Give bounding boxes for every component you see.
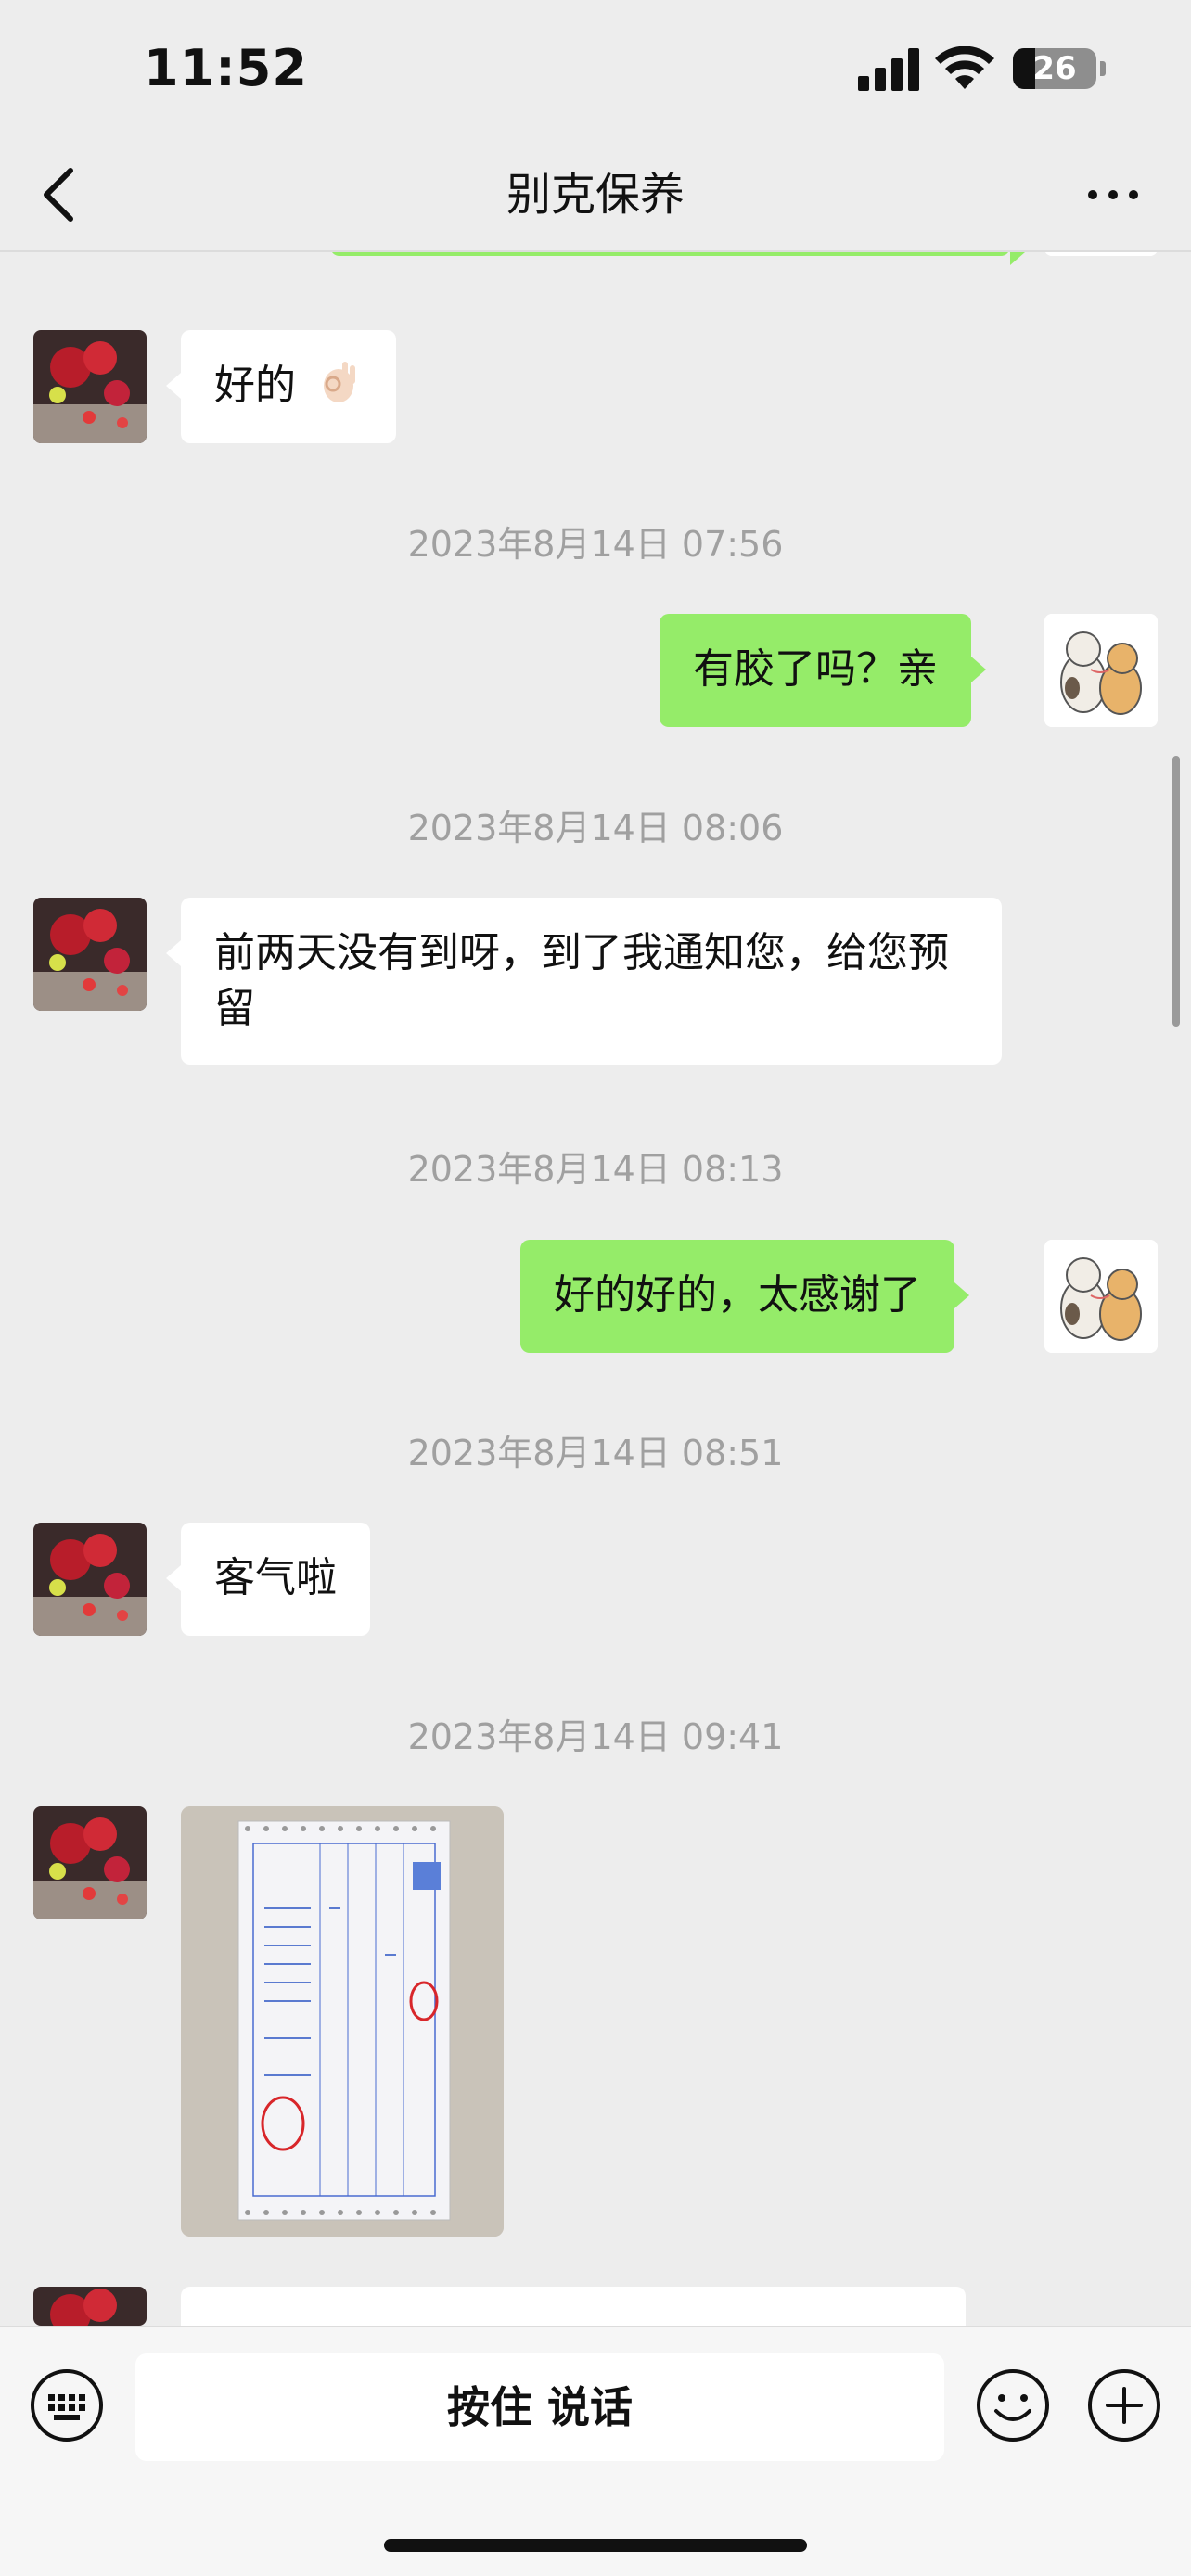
signal-icon xyxy=(858,48,919,91)
self-avatar[interactable] xyxy=(1044,614,1158,727)
back-button[interactable] xyxy=(28,158,93,232)
contact-avatar[interactable] xyxy=(33,1523,147,1636)
ok-hand-emoji-icon xyxy=(324,362,355,402)
message-text: 好的好的，太感谢了 xyxy=(554,1271,921,1319)
more-button[interactable] xyxy=(1076,165,1150,224)
chat-message-list[interactable]: 好的 2023年8月14日 07:56 有胶了吗？亲 2023年8月14日 08… xyxy=(0,252,1191,2326)
hold-to-talk-button[interactable]: 按住 说话 xyxy=(135,2353,944,2461)
wifi-icon xyxy=(935,46,994,89)
plus-button[interactable] xyxy=(1085,2366,1163,2444)
keyboard-button[interactable] xyxy=(28,2366,106,2444)
message-bubble-self[interactable]: 有胶了吗？亲 xyxy=(660,614,986,727)
timestamp: 2023年8月14日 08:06 xyxy=(407,808,784,848)
message-bubble-contact[interactable]: 前两天没有到呀，到了我通知您，给您预留 xyxy=(166,898,1002,1065)
status-bar: 11:52 26 xyxy=(0,0,1191,139)
message-bubble-contact[interactable]: 客气啦 xyxy=(166,1523,370,1636)
message-text: 前两天没有到呀，到了我通知您，给您预留 xyxy=(214,929,949,1032)
message-bubble-contact[interactable]: 好的 xyxy=(166,330,396,443)
status-time: 11:52 xyxy=(144,39,308,97)
self-avatar[interactable] xyxy=(1044,1240,1158,1353)
receipt-photo-message[interactable] xyxy=(181,1806,504,2237)
self-avatar[interactable] xyxy=(1044,252,1158,256)
message-text: 有胶了吗？亲 xyxy=(693,645,938,693)
message-bubble-self[interactable]: 好的好的，太感谢了 xyxy=(520,1240,969,1353)
battery-level: 26 xyxy=(1032,50,1077,87)
timestamp: 2023年8月14日 08:51 xyxy=(407,1433,784,1473)
contact-avatar[interactable] xyxy=(33,2287,147,2326)
scrollbar[interactable] xyxy=(1172,756,1180,1027)
battery-icon: 26 xyxy=(1013,48,1096,89)
chat-title: 别克保养 xyxy=(506,169,685,221)
contact-avatar[interactable] xyxy=(33,330,147,443)
home-indicator xyxy=(384,2539,807,2552)
timestamp: 2023年8月14日 08:13 xyxy=(407,1149,784,1190)
timestamp: 2023年8月14日 09:41 xyxy=(407,1716,784,1757)
message-text: 好的 xyxy=(214,362,296,409)
message-bubble-contact-partial[interactable] xyxy=(181,2287,966,2326)
nav-bar: 别克保养 xyxy=(0,139,1191,252)
timestamp: 2023年8月14日 07:56 xyxy=(407,524,784,565)
contact-avatar[interactable] xyxy=(33,898,147,1011)
contact-avatar[interactable] xyxy=(33,1806,147,1919)
message-bubble-self-partial[interactable] xyxy=(330,252,1025,265)
message-text: 客气啦 xyxy=(214,1554,337,1601)
emoji-button[interactable] xyxy=(974,2366,1052,2444)
